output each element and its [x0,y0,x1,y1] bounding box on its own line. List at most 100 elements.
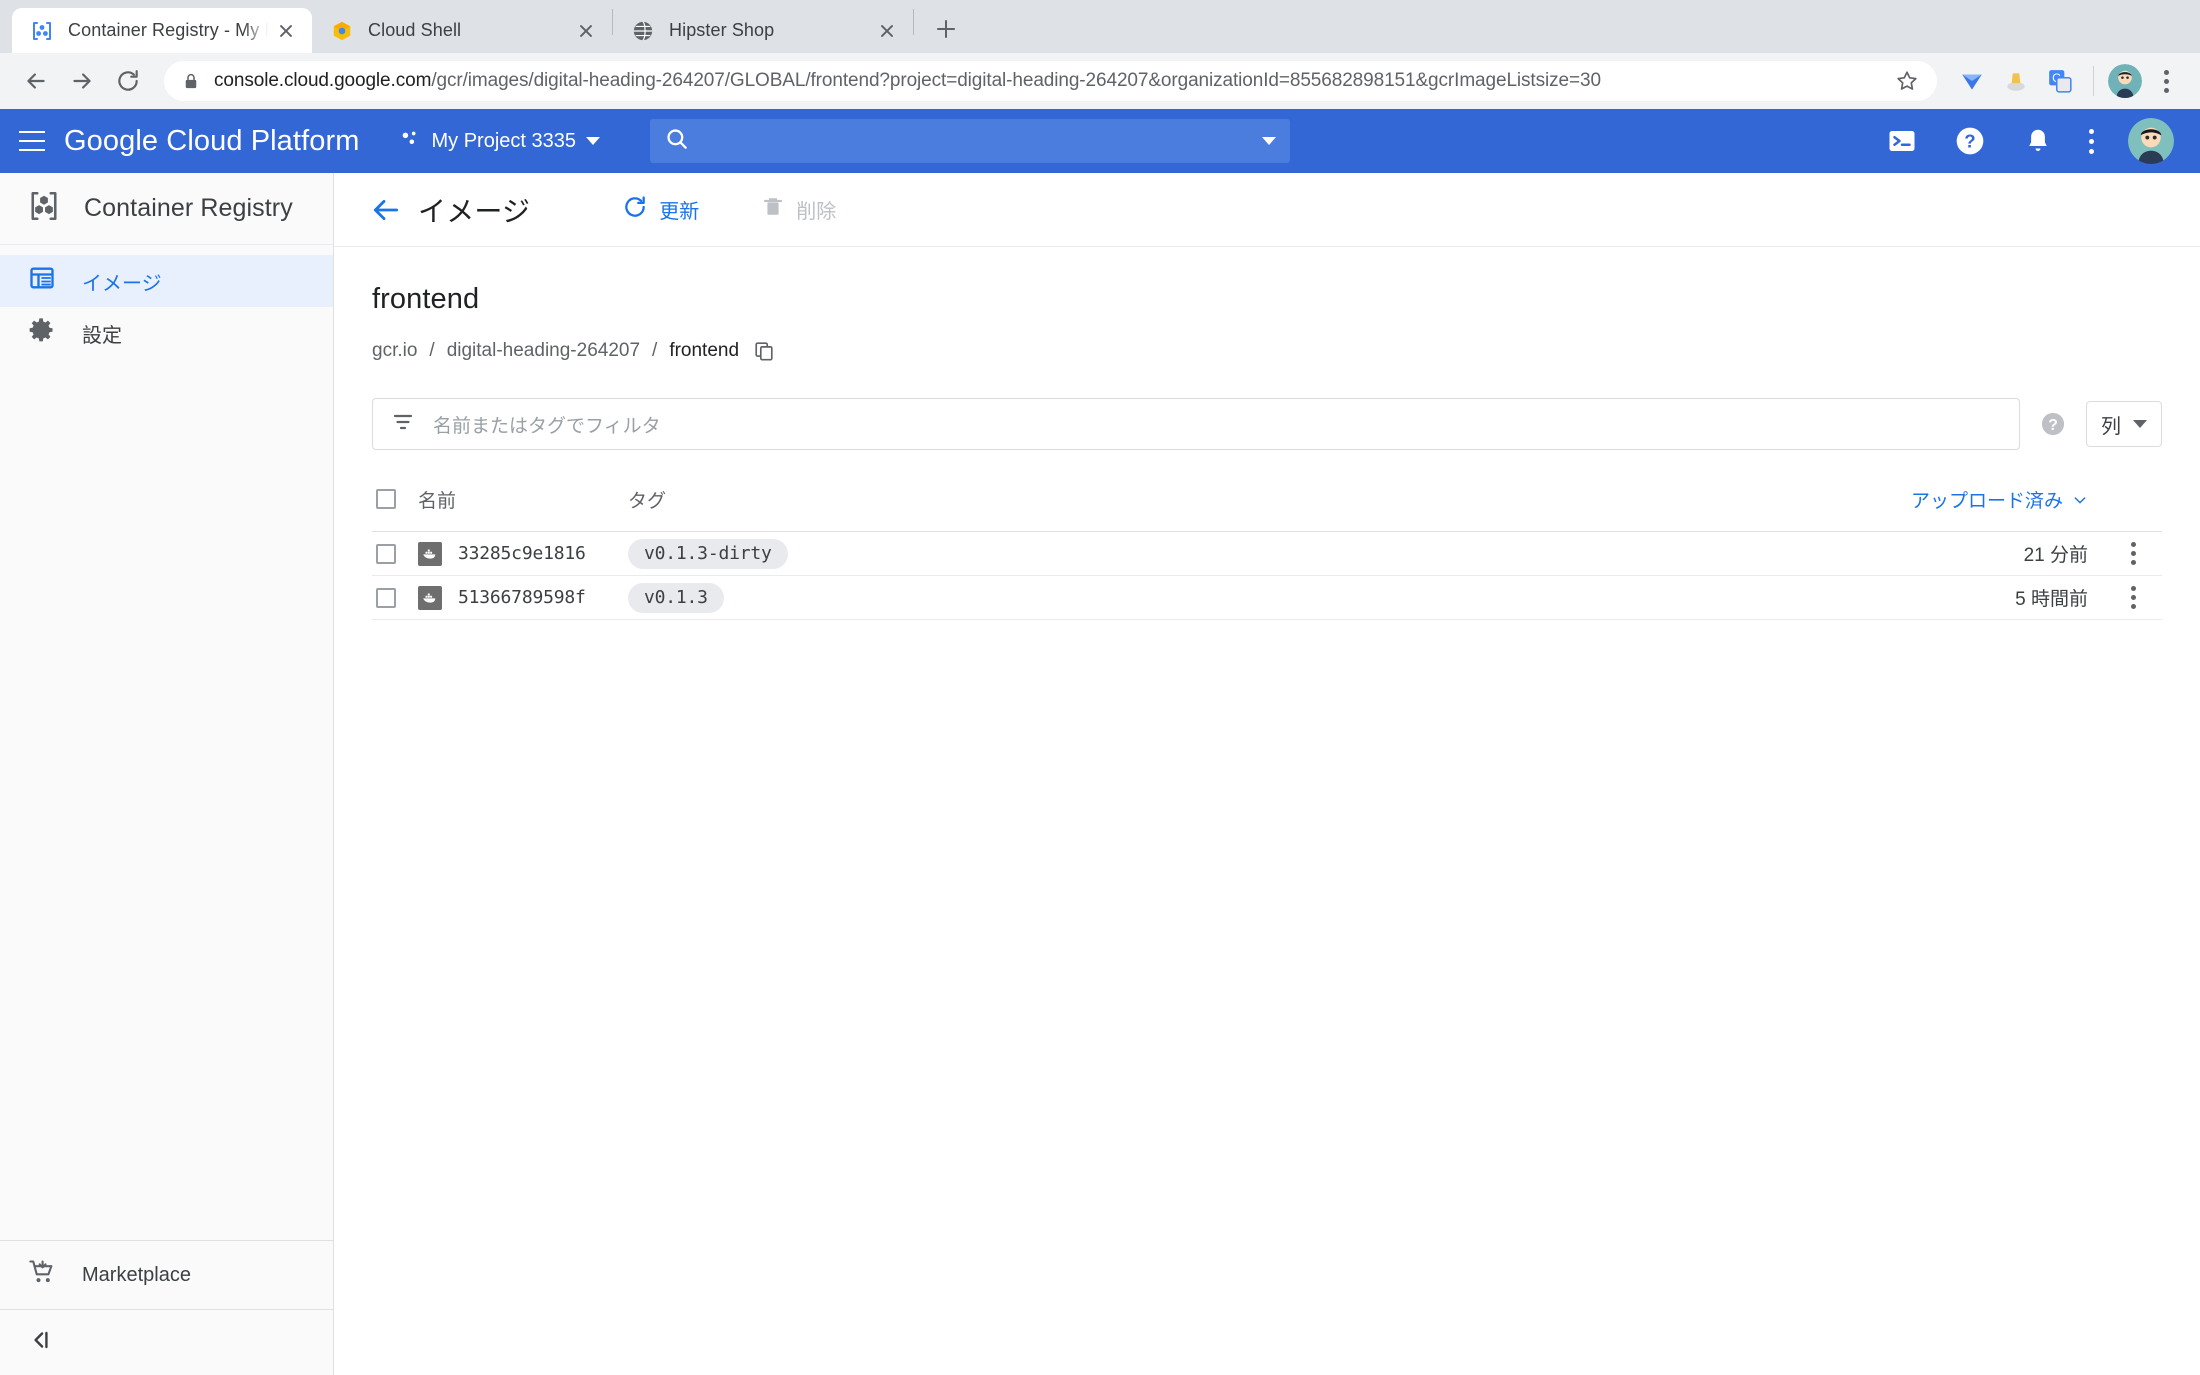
toolbar-divider [2093,66,2094,96]
sidebar-item-label: イメージ [82,272,162,295]
select-all-checkbox-cell[interactable] [372,476,418,532]
google-translate-icon[interactable]: G [2041,62,2079,100]
page-action-bar: イメージ 更新 削除 [334,173,2200,247]
table-row[interactable]: 51366789598f v0.1.3 5 時間前 [372,575,2162,620]
chevron-down-icon [2074,496,2086,503]
cloud-shell-icon [330,19,354,43]
main-content: イメージ 更新 削除 frontend gcr.io / digital-hea… [334,173,2200,1375]
copy-to-clipboard-icon[interactable] [751,338,777,364]
search-icon [664,126,690,157]
table-header-row: 名前 タグ アップロード済み [372,476,2162,532]
diamond-extension-icon[interactable] [1953,62,1991,100]
new-tab-button[interactable] [926,9,966,49]
path-image: frontend [669,340,740,361]
trash-delete-icon [761,195,785,225]
help-icon[interactable]: ? [1953,124,1987,158]
resource-title: frontend [372,283,480,315]
chrome-menu-icon[interactable] [2148,63,2184,99]
row-overflow-menu[interactable] [2104,532,2162,575]
gcp-brand[interactable]: Google Cloud Platform [64,125,359,158]
profile-avatar[interactable] [2108,64,2142,98]
filter-input-wrapper[interactable]: 名前またはタグでフィルタ [372,398,2020,450]
browser-tab-container-registry[interactable]: Container Registry - My Projec [12,8,312,53]
upload-time: 21 分前 [2023,545,2088,566]
row-name-cell: 51366789598f [418,575,628,620]
shopping-cart-icon [28,1258,56,1292]
browser-tab-hipster-shop[interactable]: Hipster Shop [613,8,913,53]
notifications-bell-icon[interactable] [2021,124,2055,158]
column-header-tag[interactable]: タグ [628,476,1297,532]
images-table: 名前 タグ アップロード済み 33285c9e1816 v0.1.3-dirty… [372,476,2162,620]
sidebar-collapse-button[interactable] [0,1309,333,1375]
close-icon[interactable] [274,19,298,43]
row-checkbox-cell[interactable] [372,575,418,620]
page-body: Container Registry イメージ 設定 Marketplace イ… [0,173,2200,1375]
cloud-shell-icon[interactable] [1885,124,1919,158]
settings-gear-icon [28,316,56,350]
sidebar-item-marketplace[interactable]: Marketplace [0,1241,333,1309]
path-separator: / [429,340,435,361]
lock-icon [182,72,200,90]
forward-arrow-icon[interactable] [62,61,102,101]
column-header-uploaded[interactable]: アップロード済み [1296,476,2104,532]
image-digest[interactable]: 33285c9e1816 [458,543,586,564]
columns-button[interactable]: 列 [2086,401,2162,447]
row-uploaded-cell: 21 分前 [1296,531,2104,576]
docker-image-icon [418,585,442,610]
row-checkbox[interactable] [376,587,396,608]
image-digest[interactable]: 51366789598f [458,587,586,608]
upload-time: 5 時間前 [2015,589,2088,610]
tag-chip: v0.1.3 [628,582,724,613]
project-selector[interactable]: My Project 3335 [389,119,610,163]
refresh-label: 更新 [659,201,700,223]
filter-icon [391,410,415,439]
svg-text:?: ? [1964,131,1975,152]
row-uploaded-cell: 5 時間前 [1296,575,2104,620]
help-circle-icon[interactable]: ? [2038,409,2068,439]
sidebar-item-images[interactable]: イメージ [0,255,333,307]
tab-title: Cloud Shell [368,20,462,40]
address-bar[interactable]: console.cloud.google.com/gcr/images/digi… [164,61,1937,101]
gcp-search-input[interactable] [650,119,1290,163]
refresh-button[interactable]: 更新 [608,186,713,234]
row-actions-cell[interactable] [2104,531,2162,576]
row-actions-cell[interactable] [2104,575,2162,620]
browser-tab-cloud-shell[interactable]: Cloud Shell [312,8,612,53]
hamburger-menu-icon[interactable] [0,109,64,173]
container-registry-icon [26,188,62,229]
docker-image-icon [418,541,442,566]
project-selector-icon [399,128,421,155]
refresh-icon [622,194,648,226]
filter-input[interactable]: 名前またはタグでフィルタ [433,411,661,438]
collapse-panel-icon [28,1327,54,1358]
reload-icon[interactable] [108,61,148,101]
table-row[interactable]: 33285c9e1816 v0.1.3-dirty 21 分前 [372,531,2162,576]
column-header-name[interactable]: 名前 [418,476,628,532]
row-overflow-menu[interactable] [2104,576,2162,619]
search-dropdown-chevron-icon[interactable] [1262,137,1276,145]
globe-icon [631,19,655,43]
user-avatar[interactable] [2128,118,2174,164]
path-registry: gcr.io [372,340,418,361]
close-icon[interactable] [574,19,598,43]
sidebar: Container Registry イメージ 設定 Marketplace [0,173,334,1375]
list-images-icon [28,264,56,298]
sidebar-nav: イメージ 設定 [0,245,333,1240]
path-separator: / [652,340,658,361]
table-header: 名前 タグ アップロード済み [372,476,2162,532]
select-all-checkbox[interactable] [376,489,396,510]
bookmark-star-icon[interactable] [1891,65,1923,97]
row-checkbox-cell[interactable] [372,531,418,576]
more-options-icon[interactable] [2089,128,2094,154]
close-icon[interactable] [875,19,899,43]
row-checkbox[interactable] [376,543,396,564]
path-project: digital-heading-264207 [446,340,641,361]
back-arrow-icon[interactable] [16,61,56,101]
filter-row: 名前またはタグでフィルタ ? 列 [372,398,2162,450]
honey-extension-icon[interactable] [1997,62,2035,100]
back-arrow-icon[interactable] [364,188,408,232]
columns-label: 列 [2101,415,2121,438]
delete-button: 削除 [747,186,850,234]
project-name: My Project 3335 [431,129,576,152]
sidebar-item-settings[interactable]: 設定 [0,307,333,359]
